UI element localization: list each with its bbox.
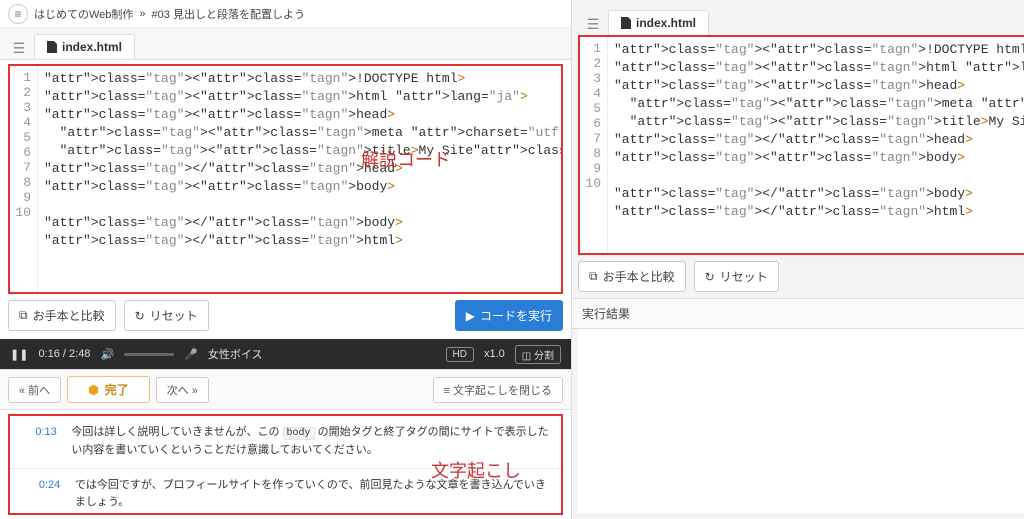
file-icon — [621, 17, 631, 29]
copy-icon: ⧉ — [589, 269, 598, 284]
code-area[interactable]: "attr">class="tag"><"attr">class="tagn">… — [38, 66, 561, 292]
close-transcript-button[interactable]: ≡ 文字起こしを閉じる — [433, 377, 563, 403]
compare-button-right[interactable]: ⧉ お手本と比較 — [578, 261, 686, 292]
result-title: 実行結果 — [582, 305, 630, 322]
list-icon[interactable]: ☰ — [582, 13, 604, 35]
tab-index-html[interactable]: index.html — [34, 34, 135, 59]
list-icon[interactable]: ☰ — [8, 37, 30, 59]
hd-badge[interactable]: HD — [446, 347, 474, 362]
result-body — [578, 329, 1024, 513]
nav-bar: « 前へ ⬢ 完了 次へ » ≡ 文字起こしを閉じる — [0, 369, 571, 410]
next-button[interactable]: 次へ » — [156, 377, 209, 403]
video-bar: ❚❚ 0:16 / 2:48 🔊 🎤 女性ボイス HD x1.0 ◫ 分割 — [0, 339, 571, 369]
volume-slider[interactable] — [124, 353, 174, 356]
speed-label[interactable]: x1.0 — [484, 348, 505, 360]
run-button[interactable]: ▶ コードを実行 — [455, 300, 563, 331]
right-editor[interactable]: 12345678910 "attr">class="tag"><"attr">c… — [578, 35, 1024, 255]
breadcrumb-lesson[interactable]: #03 見出しと段落を配置しよう — [152, 6, 305, 22]
tab-label: index.html — [636, 16, 696, 30]
tab-label: index.html — [62, 40, 122, 54]
left-editor[interactable]: 12345678910 "attr">class="tag"><"attr">c… — [8, 64, 563, 294]
annotation-left: 解説コード — [361, 146, 451, 172]
mic-icon: 🎤 — [184, 348, 198, 361]
pause-icon[interactable]: ❚❚ — [10, 348, 28, 361]
right-tabbar: ☰ index.html — [578, 4, 1024, 35]
tab-index-html-right[interactable]: index.html — [608, 10, 709, 35]
transcript-timestamp: 0:24 — [39, 477, 67, 512]
transcript-text: 今回は詳しく説明していきませんが、この body の開始タグと終了タグの間にサイ… — [71, 424, 551, 460]
breadcrumb-course[interactable]: はじめてのWeb制作 — [34, 6, 133, 22]
play-icon: ▶ — [466, 309, 475, 323]
volume-icon[interactable]: 🔊 — [100, 348, 114, 361]
split-icon: ◫ — [522, 351, 531, 362]
compare-button[interactable]: ⧉ お手本と比較 — [8, 300, 116, 331]
file-icon — [47, 41, 57, 53]
copy-icon: ⧉ — [19, 308, 28, 323]
reset-button-right[interactable]: ↻ リセット — [694, 261, 779, 292]
result-header: 実行結果 ⧉ — [572, 298, 1024, 329]
voice-button[interactable]: 女性ボイス — [208, 346, 263, 362]
list-icon: ≡ — [444, 385, 450, 397]
code-area[interactable]: "attr">class="tag"><"attr">class="tagn">… — [608, 37, 1024, 253]
reset-button[interactable]: ↻ リセット — [124, 300, 209, 331]
line-gutter: 12345678910 — [10, 66, 38, 292]
cube-icon: ⬢ — [88, 383, 98, 397]
video-time: 0:16 / 2:48 — [38, 348, 90, 360]
left-tabbar: ☰ index.html — [0, 28, 571, 60]
line-gutter: 12345678910 — [580, 37, 608, 253]
transcript-panel: 文字起こし 0:13 今回は詳しく説明していきませんが、この body の開始タグ… — [8, 414, 563, 515]
menu-icon[interactable]: ≡ — [8, 4, 28, 24]
annotation-transcript: 文字起こし — [431, 457, 521, 483]
split-button[interactable]: ◫ 分割 — [515, 345, 561, 364]
prev-button[interactable]: « 前へ — [8, 377, 61, 403]
reset-icon: ↻ — [705, 270, 715, 284]
reset-icon: ↻ — [135, 309, 145, 323]
done-button[interactable]: ⬢ 完了 — [67, 376, 150, 403]
breadcrumb: ≡ はじめてのWeb制作 » #03 見出しと段落を配置しよう — [0, 0, 571, 28]
transcript-timestamp: 0:13 — [35, 424, 63, 460]
